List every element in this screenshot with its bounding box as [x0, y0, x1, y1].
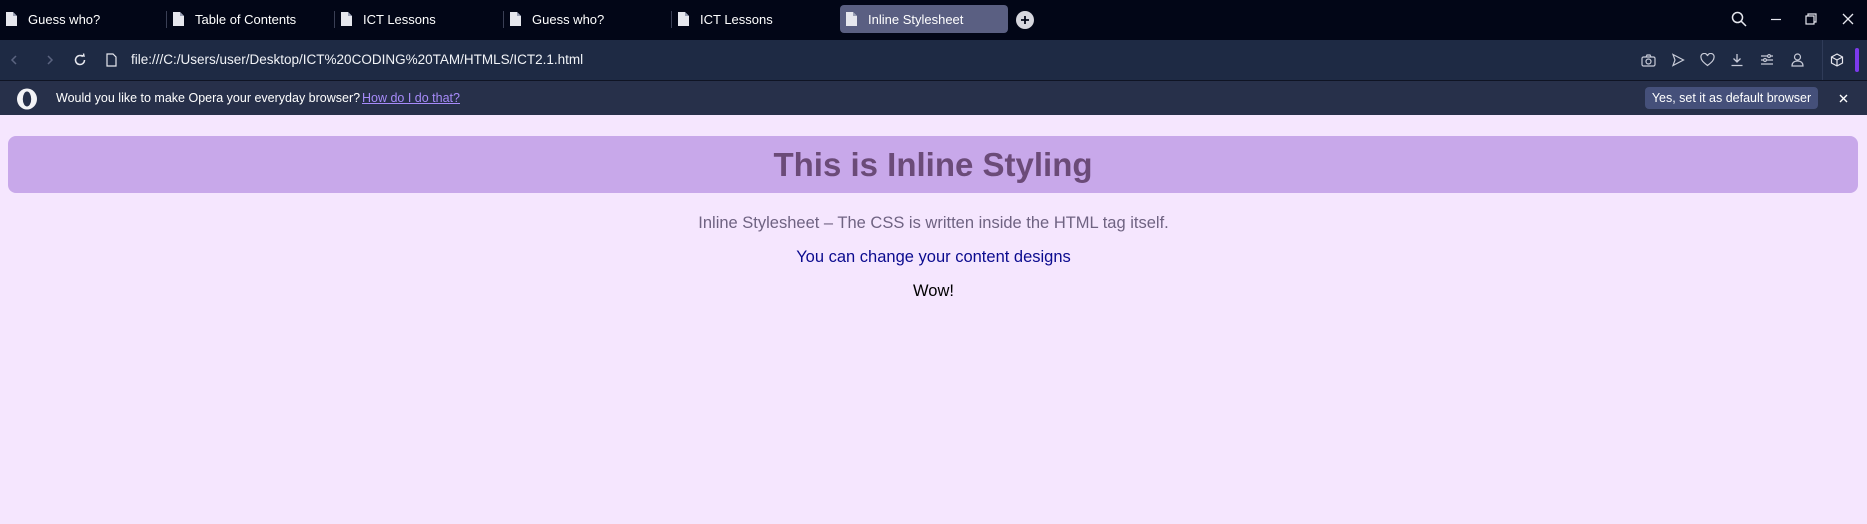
tab-title: Table of Contents — [195, 11, 297, 27]
back-button[interactable] — [4, 50, 24, 70]
how-do-i-link[interactable]: How do I do that? — [362, 91, 460, 105]
download-icon — [1731, 54, 1743, 67]
tab-title: ICT Lessons — [363, 11, 436, 27]
close-icon — [1842, 13, 1854, 25]
tab-title: Guess who? — [532, 11, 605, 27]
snapshot-button[interactable] — [1638, 50, 1658, 70]
toolbar-divider — [1822, 40, 1823, 80]
flow-button[interactable] — [1668, 50, 1688, 70]
extensions-button[interactable] — [1827, 50, 1847, 70]
new-tab-button[interactable] — [1016, 11, 1034, 29]
document-icon — [678, 12, 689, 26]
bookmark-button[interactable] — [1697, 50, 1717, 70]
download-button[interactable] — [1727, 50, 1747, 70]
document-icon — [846, 12, 857, 26]
plus-icon — [1021, 16, 1029, 24]
forward-button[interactable] — [40, 50, 60, 70]
tab-guess-who-1[interactable]: Guess who? — [0, 5, 165, 33]
paragraph-inline-stylesheet: Inline Stylesheet – The CSS is written i… — [698, 214, 1169, 232]
document-icon — [341, 12, 352, 26]
set-default-button[interactable]: Yes, set it as default browser — [1645, 87, 1818, 109]
default-browser-infobar: Would you like to make Opera your everyd… — [0, 80, 1867, 115]
tab-ict-lessons-1[interactable]: ICT Lessons — [335, 5, 500, 33]
infobar-close-button[interactable] — [1834, 89, 1852, 107]
tab-title: Guess who? — [28, 11, 101, 27]
extensions-icon — [1830, 53, 1844, 67]
heart-icon — [1699, 53, 1715, 67]
paragraph-content-designs: You can change your content designs — [796, 248, 1071, 266]
tab-inline-stylesheet[interactable]: Inline Stylesheet — [840, 5, 1008, 33]
infobar-message: Would you like to make Opera your everyd… — [56, 91, 361, 105]
minimize-button[interactable] — [1765, 8, 1787, 30]
document-icon — [6, 12, 17, 26]
close-window-button[interactable] — [1837, 8, 1859, 30]
heading-banner: This is Inline Styling — [8, 136, 1858, 193]
easy-setup-icon — [1761, 54, 1773, 65]
tab-strip: Guess who? Table of Contents ICT Lessons… — [0, 0, 1867, 40]
minimize-icon — [1771, 18, 1781, 21]
address-bar: file:///C:/Users/user/Desktop/ICT%20CODI… — [0, 40, 1867, 80]
profile-button[interactable] — [1787, 50, 1807, 70]
restore-icon — [1805, 13, 1817, 25]
snapshot-icon — [1640, 53, 1656, 67]
page-heading: This is Inline Styling — [773, 145, 1093, 183]
restore-button[interactable] — [1800, 8, 1822, 30]
reload-icon — [74, 53, 86, 66]
page-content: This is Inline Styling Inline Stylesheet… — [0, 115, 1867, 524]
tab-title: ICT Lessons — [700, 11, 773, 27]
close-icon — [1839, 94, 1847, 102]
sidebar-accent — [1855, 48, 1859, 72]
paragraph-wow: Wow! — [913, 282, 954, 300]
page-info-icon[interactable] — [106, 53, 117, 67]
document-icon — [173, 12, 184, 26]
opera-logo-icon — [17, 88, 37, 110]
forward-icon — [47, 55, 54, 65]
tab-table-of-contents[interactable]: Table of Contents — [167, 5, 332, 33]
easy-setup-button[interactable] — [1757, 50, 1777, 70]
profile-icon — [1790, 53, 1804, 67]
back-icon — [10, 55, 17, 65]
document-icon — [510, 12, 521, 26]
search-icon — [1731, 11, 1747, 27]
flow-icon — [1671, 53, 1685, 67]
url-field[interactable]: file:///C:/Users/user/Desktop/ICT%20CODI… — [131, 52, 583, 67]
tab-guess-who-2[interactable]: Guess who? — [504, 5, 669, 33]
reload-button[interactable] — [70, 50, 90, 70]
tab-title: Inline Stylesheet — [868, 11, 964, 27]
tab-ict-lessons-2[interactable]: ICT Lessons — [672, 5, 837, 33]
search-tabs-button[interactable] — [1728, 8, 1750, 30]
